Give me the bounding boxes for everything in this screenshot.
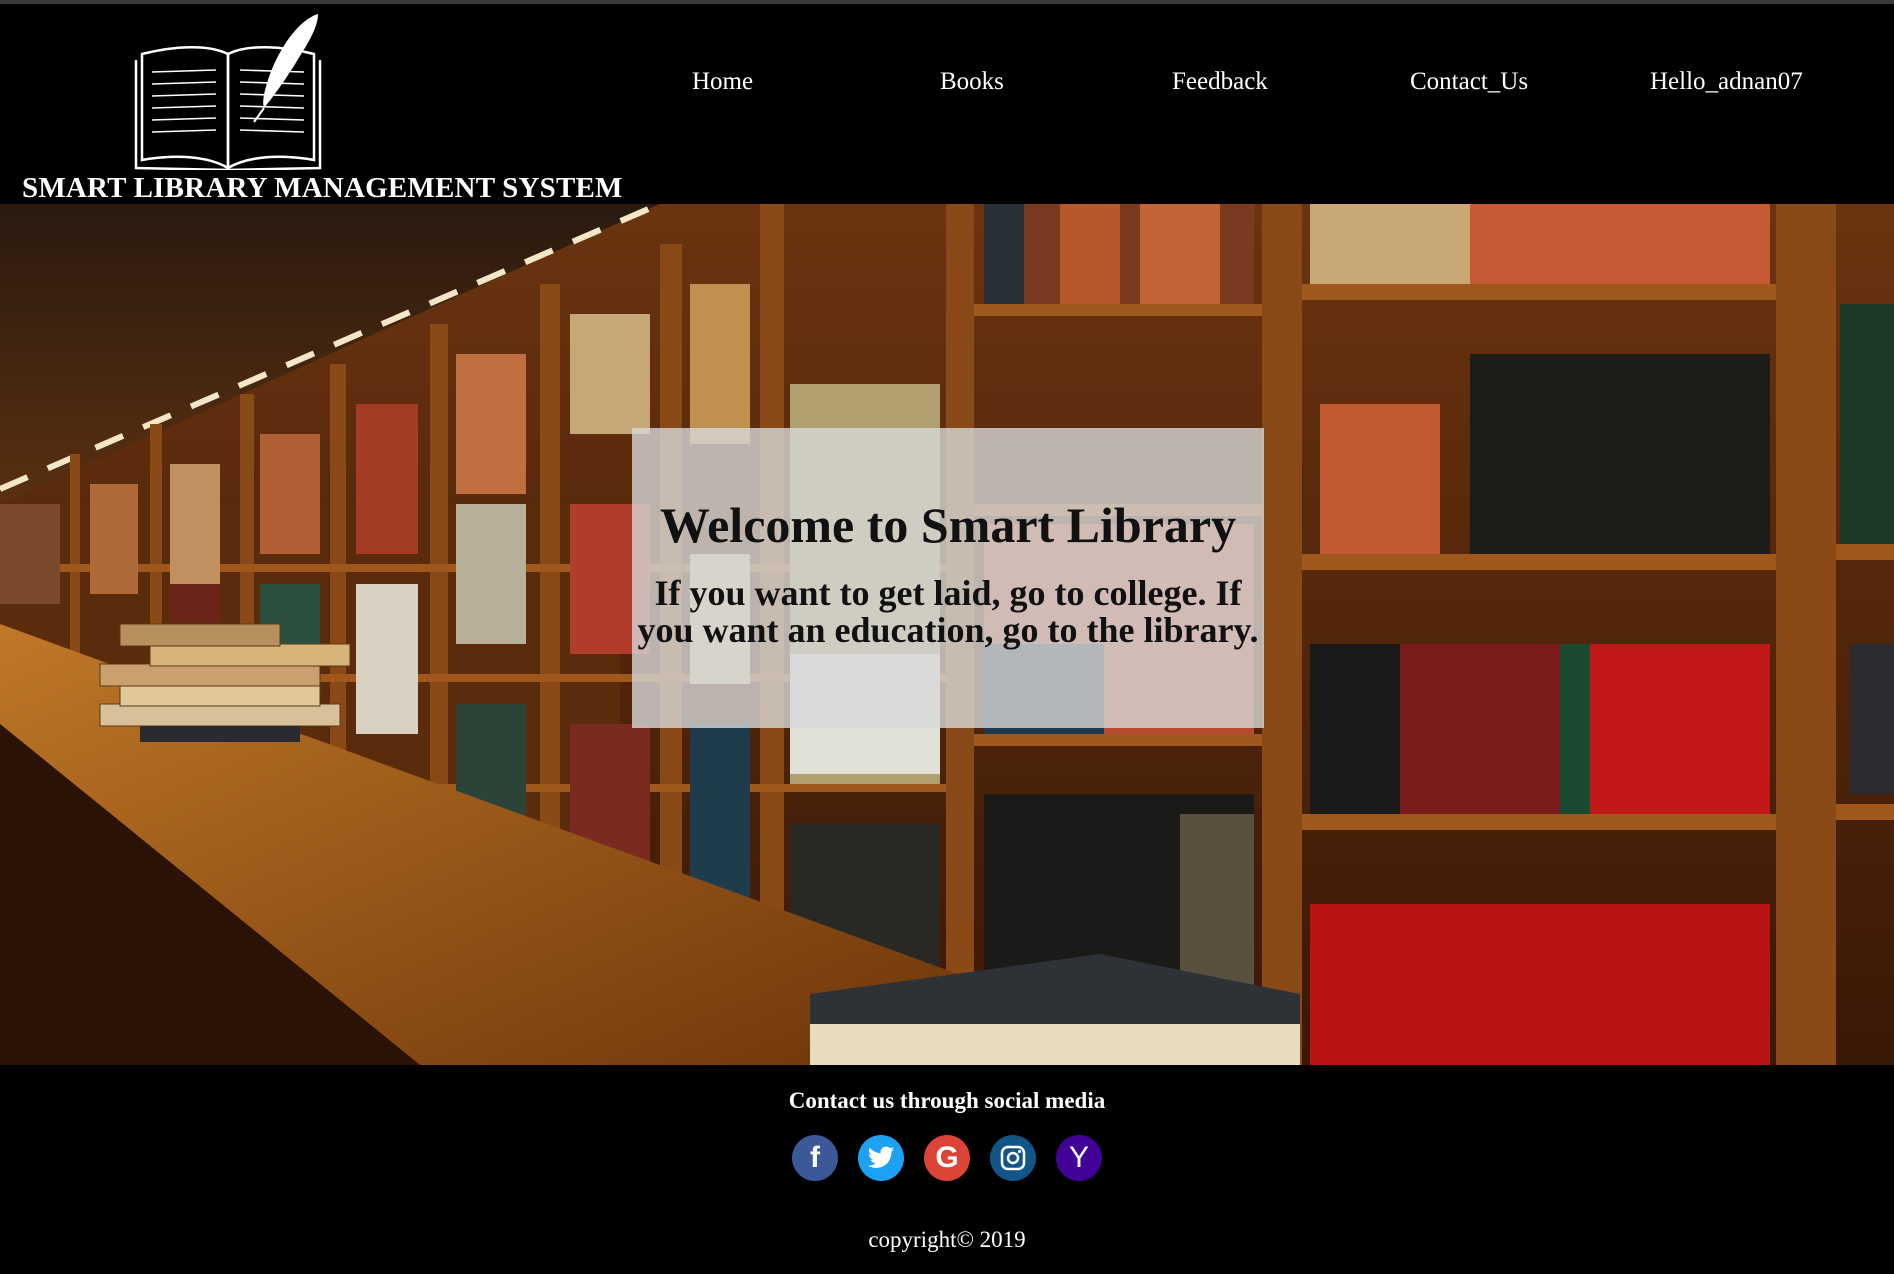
nav-feedback-link[interactable]: Feedback [1172, 68, 1268, 96]
nav-user-greeting-link[interactable]: Hello_adnan07 [1650, 68, 1803, 96]
welcome-quote: If you want to get laid, go to college. … [637, 573, 1259, 651]
nav-home-link[interactable]: Home [692, 68, 753, 96]
welcome-title: Welcome to Smart Library [659, 497, 1237, 553]
twitter-icon[interactable] [858, 1135, 904, 1181]
yahoo-icon[interactable]: Y [1056, 1135, 1102, 1181]
nav-contact-us-link[interactable]: Contact_Us [1410, 68, 1528, 96]
open-book-quill-logo-icon[interactable] [128, 10, 328, 170]
facebook-icon[interactable]: f [792, 1135, 838, 1181]
copyright-text: copyright© 2019 [868, 1227, 1026, 1252]
site-header: SMART LIBRARY MANAGEMENT SYSTEM Home Boo… [0, 4, 1894, 204]
nav-books-link[interactable]: Books [940, 68, 1004, 96]
google-icon[interactable]: G [924, 1135, 970, 1181]
site-footer: Contact us through social media f G Y co… [0, 1065, 1894, 1274]
hero-section: Welcome to Smart Library If you want to … [0, 204, 1894, 1065]
instagram-camera-icon [1000, 1145, 1026, 1171]
twitter-bird-icon [867, 1146, 894, 1168]
social-heading: Contact us through social media [788, 1088, 1106, 1113]
instagram-icon[interactable] [990, 1135, 1036, 1181]
welcome-banner: Welcome to Smart Library If you want to … [632, 428, 1264, 728]
social-links: f G Y [792, 1135, 1102, 1181]
site-title: SMART LIBRARY MANAGEMENT SYSTEM [22, 172, 623, 204]
